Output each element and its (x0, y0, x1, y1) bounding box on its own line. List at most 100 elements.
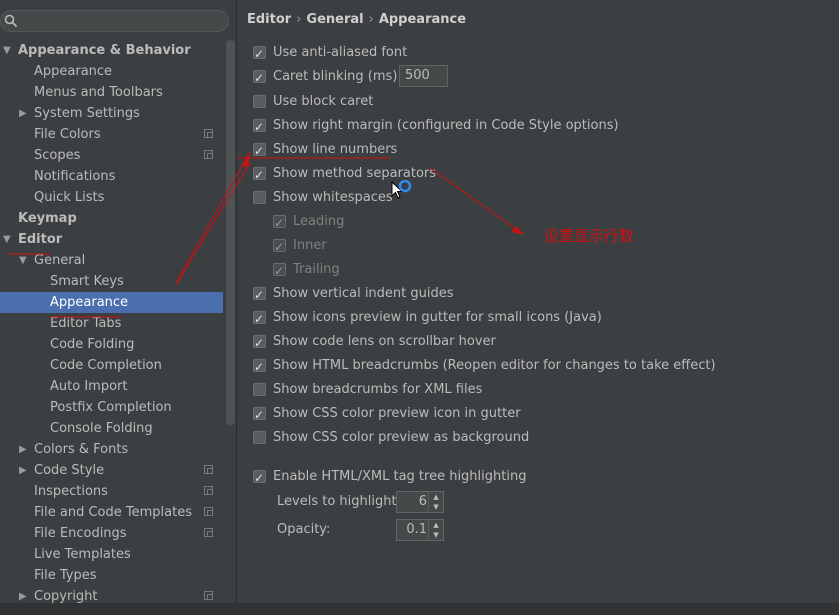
collapse-arrow-icon[interactable]: ▶ (19, 103, 29, 124)
settings-sidebar: ▼ Appearance & Behavior Appearance Menus an… (0, 0, 237, 615)
project-scope-icon (204, 486, 213, 495)
breadcrumb-separator: › (296, 12, 302, 27)
sidebar-item-label: Console Folding (50, 421, 153, 436)
spinner-arrows-icon[interactable]: ▲ ▼ (428, 492, 443, 512)
sidebar-item[interactable]: Postfix Completion (0, 397, 223, 418)
option-label: Show icons preview in gutter for small i… (273, 310, 602, 325)
sidebar-item[interactable]: ▶ Code Style (0, 460, 223, 481)
sidebar-item[interactable]: ▼ Appearance & Behavior (0, 40, 223, 61)
sidebar-item[interactable]: File Types (0, 565, 223, 586)
sidebar-item[interactable]: File Encodings (0, 523, 223, 544)
sidebar-item-label: Code Style (34, 463, 105, 478)
sidebar-item-label: Keymap (18, 211, 77, 226)
sidebar-item-label: Scopes (34, 148, 81, 163)
sidebar-item-label: File Encodings (34, 526, 127, 541)
expand-arrow-icon[interactable]: ▼ (3, 40, 13, 61)
busy-cursor-icon (391, 180, 412, 199)
expand-arrow-icon[interactable]: ▼ (3, 229, 13, 250)
collapse-arrow-icon[interactable]: ▶ (19, 460, 29, 481)
project-scope-icon (204, 507, 213, 516)
sidebar-item[interactable]: Editor Tabs (0, 313, 223, 334)
sidebar-item-label: File and Code Templates (34, 505, 192, 520)
project-scope-icon (204, 528, 213, 537)
sidebar-item[interactable]: Keymap (0, 208, 223, 229)
breadcrumb-item: Editor (247, 12, 292, 27)
caret-blink-input[interactable]: 500 (399, 65, 448, 87)
checkbox[interactable] (253, 308, 266, 330)
sidebar-item-label: Smart Keys (50, 274, 124, 289)
sidebar-item[interactable]: ▼ Editor (0, 229, 223, 250)
sidebar-item-label: Menus and Toolbars (34, 85, 163, 100)
project-scope-icon (204, 465, 213, 474)
expand-arrow-icon[interactable]: ▼ (19, 250, 29, 271)
sidebar-item[interactable]: File Colors (0, 124, 223, 145)
opacity-row: Opacity: (277, 519, 330, 541)
search-icon (4, 14, 18, 28)
search-input[interactable] (0, 10, 229, 32)
annotation-note: 设置显示行数 (544, 227, 635, 245)
sidebar-item-label: File Colors (34, 127, 101, 142)
sidebar-item[interactable]: File and Code Templates (0, 502, 223, 523)
checkbox[interactable] (253, 164, 266, 186)
sidebar-item[interactable]: Code Completion (0, 355, 223, 376)
option-label: Show CSS color preview as background (273, 430, 530, 445)
breadcrumb: Editor › General › Appearance (247, 12, 466, 27)
checkbox[interactable] (253, 383, 266, 396)
sidebar-item-label: Colors & Fonts (34, 442, 129, 457)
sidebar-item[interactable]: Inspections (0, 481, 223, 502)
checkbox[interactable] (253, 356, 266, 378)
project-scope-icon (204, 150, 213, 159)
sidebar-item[interactable]: Live Templates (0, 544, 223, 565)
sidebar-item[interactable]: ▼ General (0, 250, 223, 271)
sidebar-item[interactable]: Appearance (0, 61, 223, 82)
option-label: Show breadcrumbs for XML files (273, 382, 483, 397)
sidebar-item[interactable]: Menus and Toolbars (0, 82, 223, 103)
sidebar-item-label: System Settings (34, 106, 140, 121)
project-scope-icon (204, 129, 213, 138)
sidebar-item-label: Quick Lists (34, 190, 105, 205)
sidebar-item[interactable]: Appearance (0, 292, 223, 313)
option-label: Show whitespaces (273, 190, 393, 205)
option-label: Show HTML breadcrumbs (Reopen editor for… (273, 358, 716, 373)
checkbox (273, 212, 286, 234)
checkbox[interactable] (253, 116, 266, 138)
checkbox[interactable] (253, 95, 266, 108)
levels-row: Levels to highlight: (277, 491, 401, 513)
opacity-value: 0.1 (406, 522, 427, 537)
checkbox[interactable] (253, 140, 266, 162)
option-label: Enable HTML/XML tag tree highlighting (273, 469, 527, 484)
sidebar-item[interactable]: Console Folding (0, 418, 223, 439)
sidebar-item[interactable]: ▶ Colors & Fonts (0, 439, 223, 460)
sidebar-item[interactable]: Quick Lists (0, 187, 223, 208)
checkbox[interactable] (253, 191, 266, 204)
checkbox[interactable] (253, 67, 266, 89)
checkbox[interactable] (253, 431, 266, 444)
sidebar-item[interactable]: Scopes (0, 145, 223, 166)
checkbox[interactable] (253, 404, 266, 426)
checkbox[interactable] (253, 284, 266, 306)
sidebar-item[interactable]: Code Folding (0, 334, 223, 355)
checkbox[interactable] (253, 332, 266, 354)
checkbox (273, 236, 286, 258)
sidebar-item[interactable]: Auto Import (0, 376, 223, 397)
sidebar-item-label: Editor Tabs (50, 316, 122, 331)
levels-label: Levels to highlight: (277, 494, 401, 509)
collapse-arrow-icon[interactable]: ▶ (19, 439, 29, 460)
checkbox[interactable] (253, 467, 266, 489)
sidebar-item[interactable]: Notifications (0, 166, 223, 187)
breadcrumb-separator: › (368, 12, 374, 27)
spinner-arrows-icon[interactable]: ▲ ▼ (428, 520, 443, 540)
sidebar-item-label: General (34, 253, 86, 268)
sidebar-item[interactable]: ▶ System Settings (0, 103, 223, 124)
option-label: Inner (293, 238, 327, 253)
opacity-spinner[interactable]: 0.1 ▲ ▼ (396, 519, 444, 541)
checkbox[interactable] (253, 43, 266, 65)
levels-spinner[interactable]: 6 ▲ ▼ (396, 491, 444, 513)
sidebar-scrollbar[interactable] (226, 40, 235, 425)
option-label: Show right margin (configured in Code St… (273, 118, 619, 133)
option-label: Leading (293, 214, 345, 229)
sidebar-item-label: Postfix Completion (50, 400, 172, 415)
checkbox (273, 260, 286, 282)
sidebar-item-label: Appearance (34, 64, 113, 79)
sidebar-item[interactable]: Smart Keys (0, 271, 223, 292)
